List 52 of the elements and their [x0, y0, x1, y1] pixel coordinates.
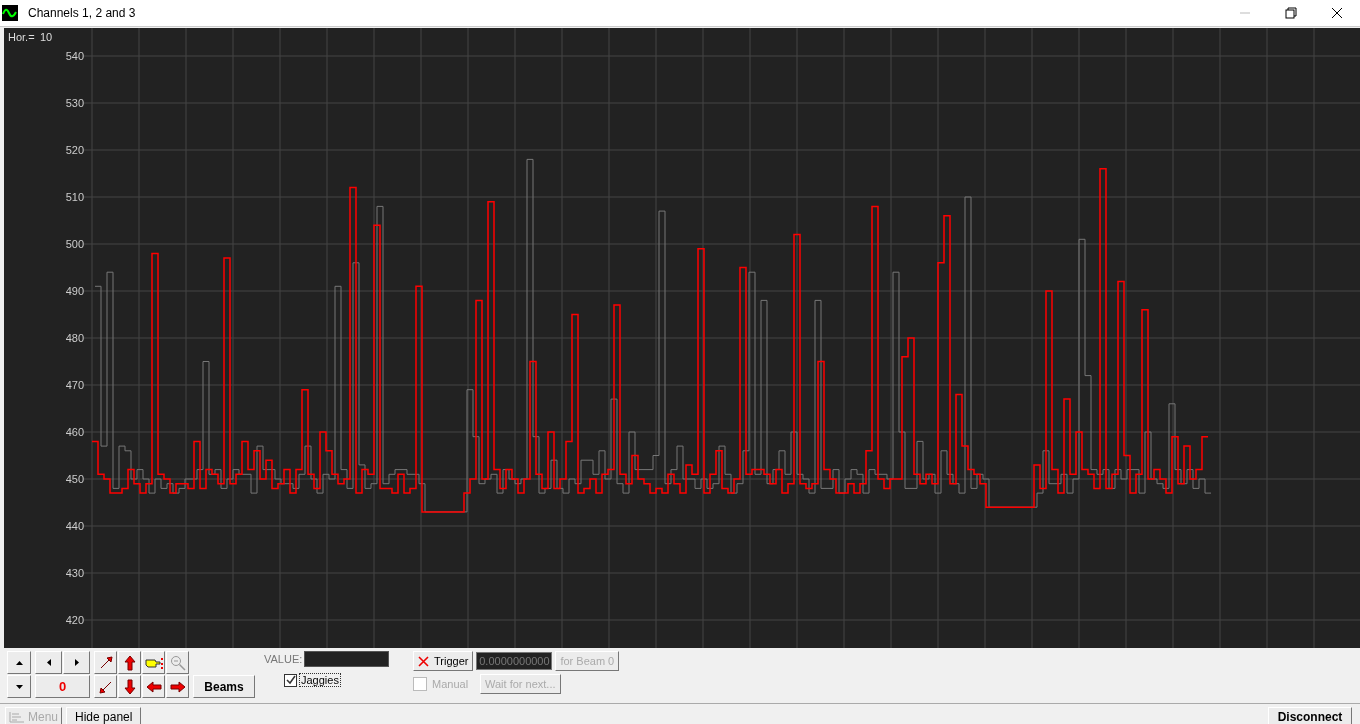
right-triangle-icon	[74, 659, 79, 666]
oscilloscope-icon	[2, 5, 18, 21]
up-button[interactable]	[118, 651, 141, 674]
down-arrow-icon	[121, 678, 138, 695]
scroll-right-button[interactable]	[63, 651, 90, 674]
scale-label: Hor.=	[8, 31, 35, 43]
trigger-value-field[interactable]: 0.0000000000	[476, 652, 553, 670]
axis-label: 530	[65, 97, 84, 109]
close-icon	[1331, 7, 1343, 19]
restore-icon	[1285, 7, 1297, 19]
axis-label: 490	[65, 285, 84, 297]
scroll-down-button[interactable]	[7, 675, 31, 698]
value-label: VALUE:	[264, 653, 303, 665]
axis-label: 430	[65, 567, 84, 579]
hide-panel-button[interactable]: Hide panel	[66, 707, 142, 724]
left-triangle-icon	[46, 659, 51, 666]
cross-icon	[418, 655, 429, 667]
axis-label: 500	[65, 238, 84, 250]
axis-label: 480	[65, 332, 84, 344]
axis-label: 510	[65, 191, 84, 203]
expand-button[interactable]	[94, 651, 117, 674]
up-triangle-icon	[15, 660, 23, 665]
up-arrow-icon	[121, 654, 138, 671]
right-button[interactable]	[166, 675, 189, 698]
axis-label: 460	[65, 426, 84, 438]
scale-value: 10	[40, 31, 53, 43]
disconnect-button[interactable]: Disconnect	[1268, 707, 1352, 724]
trigger-button[interactable]: Trigger	[413, 651, 474, 671]
down-button[interactable]	[118, 675, 141, 698]
axis-label: 470	[65, 379, 84, 391]
zoom-button[interactable]	[166, 651, 189, 674]
axis-label: 420	[65, 614, 84, 626]
axis-label: 450	[65, 473, 84, 485]
value-field[interactable]	[304, 651, 389, 667]
left-button[interactable]	[142, 675, 165, 698]
left-arrow-icon	[145, 678, 162, 695]
axis-label: 520	[65, 144, 84, 156]
window-title: Channels 1, 2 and 3	[28, 6, 137, 20]
scroll-left-button[interactable]	[35, 651, 62, 674]
axis-label: 540	[65, 50, 84, 62]
beam-counter: 0	[35, 675, 90, 698]
jaggies-checkbox[interactable]: Jaggies	[284, 673, 389, 687]
check-icon	[285, 675, 296, 685]
shrink-button[interactable]	[94, 675, 117, 698]
scroll-up-button[interactable]	[7, 651, 31, 674]
magnifier-icon	[169, 654, 186, 671]
right-arrow-icon	[169, 678, 186, 695]
pointer-button[interactable]	[142, 651, 165, 674]
down-triangle-icon	[15, 684, 23, 689]
beams-button[interactable]: Beams	[193, 675, 255, 698]
axis-label: 440	[65, 520, 84, 532]
menu-icon	[9, 710, 25, 723]
